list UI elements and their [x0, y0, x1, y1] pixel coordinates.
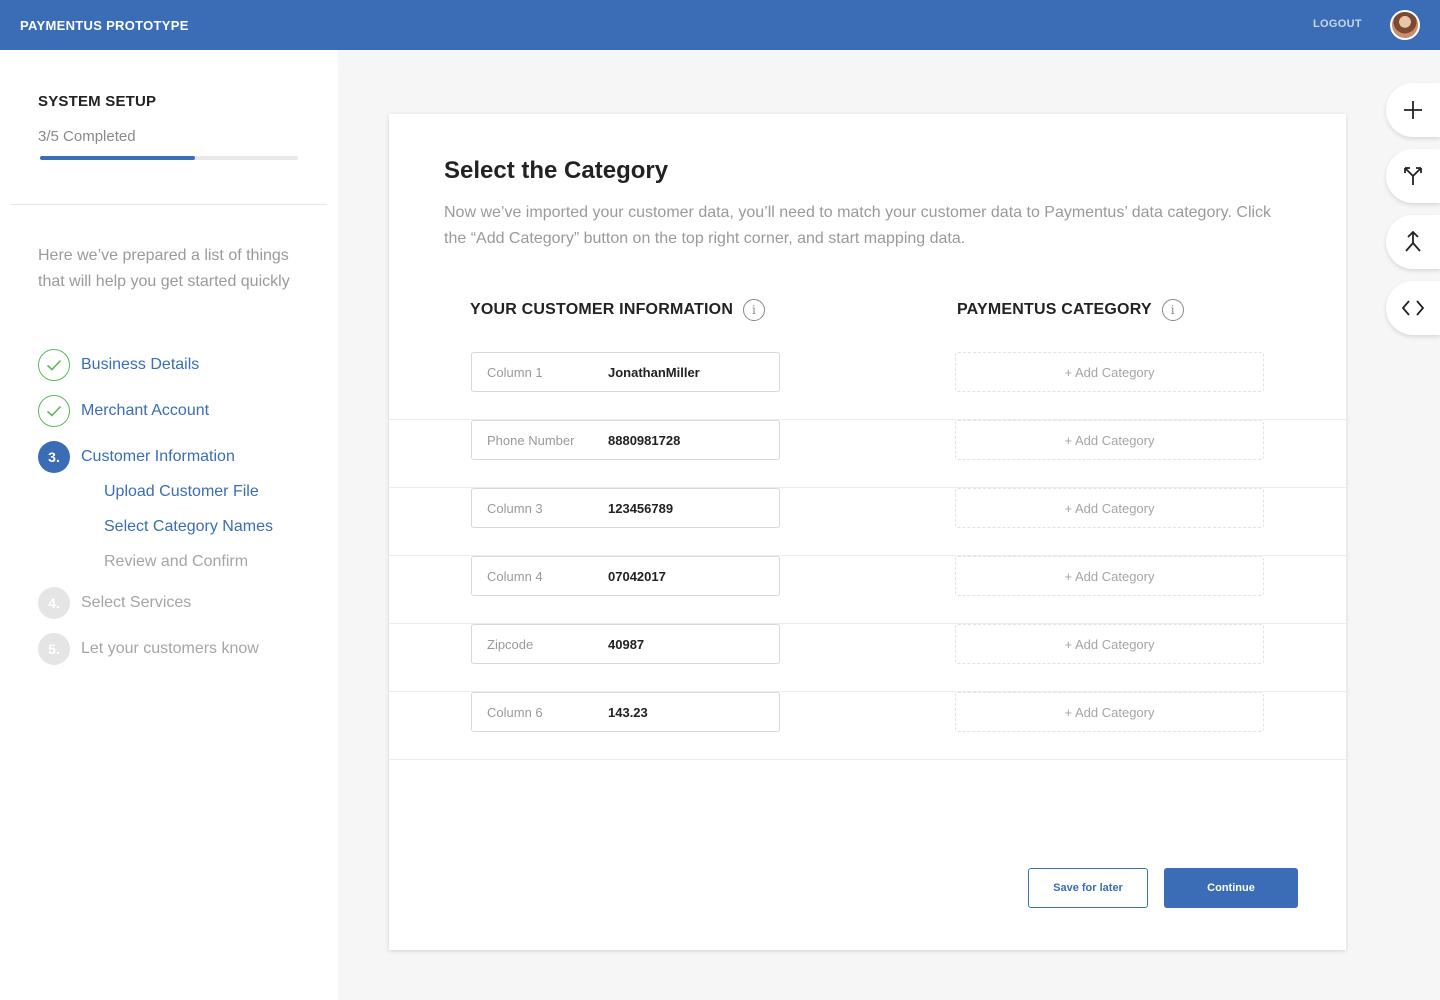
- step-merchant-account[interactable]: Merchant Account: [38, 395, 209, 427]
- customer-field[interactable]: Phone Number 8880981728: [471, 420, 780, 460]
- info-icon[interactable]: i: [743, 299, 766, 321]
- customer-field[interactable]: Column 1 JonathanMiller: [471, 352, 780, 392]
- plus-icon: [1404, 101, 1422, 119]
- substep-select-category-names[interactable]: Select Category Names: [104, 518, 273, 536]
- brand-title: PAYMENTUS PROTOTYPE: [20, 18, 189, 33]
- customer-field[interactable]: Zipcode 40987: [471, 624, 780, 664]
- customer-field[interactable]: Column 3 123456789: [471, 488, 780, 528]
- customer-info-header: YOUR CUSTOMER INFORMATION i: [470, 299, 766, 321]
- category-header: PAYMENTUS CATEGORY i: [957, 299, 1184, 321]
- table-row: Column 3 123456789 + Add Category: [389, 488, 1346, 556]
- field-label: Column 4: [487, 568, 543, 584]
- progress-bar: [40, 156, 298, 160]
- split-tool-button[interactable]: [1386, 149, 1440, 203]
- step-label: Business Details: [81, 356, 200, 373]
- logout-link[interactable]: LOGOUT: [1313, 18, 1362, 30]
- add-category-button[interactable]: + Add Category: [955, 352, 1264, 392]
- step-select-services[interactable]: 4. Select Services: [38, 587, 191, 619]
- step-number-badge: 4.: [38, 587, 70, 619]
- code-icon: [1401, 300, 1425, 316]
- setup-title: SYSTEM SETUP: [38, 93, 157, 110]
- sidebar: SYSTEM SETUP 3/5 Completed Here we’ve pr…: [0, 50, 338, 1000]
- customer-info-heading: YOUR CUSTOMER INFORMATION: [470, 301, 734, 318]
- code-tool-button[interactable]: [1386, 281, 1440, 335]
- step-customer-information[interactable]: 3. Customer Information: [38, 441, 235, 473]
- field-label: Column 1: [487, 364, 543, 380]
- add-category-button[interactable]: + Add Category: [955, 624, 1264, 664]
- customer-field[interactable]: Column 4 07042017: [471, 556, 780, 596]
- step-label: Merchant Account: [81, 402, 210, 419]
- sidebar-intro: Here we’ve prepared a list of things tha…: [38, 247, 290, 290]
- field-label: Zipcode: [487, 636, 534, 652]
- table-row: Column 6 143.23 + Add Category: [389, 692, 1346, 760]
- table-row: Zipcode 40987 + Add Category: [389, 624, 1346, 692]
- step-business-details[interactable]: Business Details: [38, 349, 199, 381]
- table-row: Column 4 07042017 + Add Category: [389, 556, 1346, 624]
- customer-field[interactable]: Column 6 143.23: [471, 692, 780, 732]
- add-category-button[interactable]: + Add Category: [955, 420, 1264, 460]
- step-number-badge: 5.: [38, 633, 70, 665]
- field-value: 143.23: [608, 704, 648, 720]
- field-value: 40987: [608, 636, 645, 652]
- split-icon: [1404, 167, 1422, 185]
- table-row: Phone Number 8880981728 + Add Category: [389, 420, 1346, 488]
- step-let-customers-know[interactable]: 5. Let your customers know: [38, 633, 259, 665]
- save-for-later-button[interactable]: Save for later: [1028, 868, 1148, 908]
- step-label: Select Services: [81, 594, 192, 611]
- field-label: Column 3: [487, 500, 543, 516]
- category-heading: PAYMENTUS CATEGORY: [957, 301, 1152, 318]
- field-label: Column 6: [487, 704, 543, 720]
- step-number-badge: 3.: [38, 441, 70, 473]
- step-label: Let your customers know: [81, 640, 259, 657]
- field-label: Phone Number: [487, 432, 575, 448]
- add-tool-button[interactable]: [1386, 83, 1440, 137]
- page-title: Select the Category: [444, 157, 669, 184]
- field-value: 123456789: [608, 500, 674, 516]
- table-row: Column 1 JonathanMiller + Add Category: [389, 352, 1346, 420]
- info-icon[interactable]: i: [1161, 299, 1184, 321]
- add-category-button[interactable]: + Add Category: [955, 488, 1264, 528]
- step-label: Customer Information: [81, 448, 235, 465]
- substep-upload-customer-file[interactable]: Upload Customer File: [104, 483, 259, 501]
- substep-review-and-confirm[interactable]: Review and Confirm: [104, 553, 248, 571]
- setup-progress-text: 3/5 Completed: [38, 128, 136, 145]
- progress-bar-fill: [40, 156, 195, 160]
- merge-tool-button[interactable]: [1386, 215, 1440, 269]
- top-bar: PAYMENTUS PROTOTYPE LOGOUT: [0, 0, 1440, 50]
- add-category-button[interactable]: + Add Category: [955, 556, 1264, 596]
- avatar[interactable]: [1390, 10, 1420, 40]
- check-icon: [38, 395, 70, 427]
- main-card: Select the Category Now we’ve imported y…: [389, 114, 1346, 950]
- check-icon: [38, 349, 70, 381]
- add-category-button[interactable]: + Add Category: [955, 692, 1264, 732]
- merge-icon: [1405, 231, 1421, 252]
- page-description: Now we’ve imported your customer data, y…: [444, 204, 1272, 247]
- sidebar-divider: [11, 204, 327, 205]
- field-value: 07042017: [608, 568, 666, 584]
- field-value: 8880981728: [608, 432, 681, 448]
- field-value: JonathanMiller: [608, 364, 700, 380]
- continue-button[interactable]: Continue: [1164, 868, 1298, 908]
